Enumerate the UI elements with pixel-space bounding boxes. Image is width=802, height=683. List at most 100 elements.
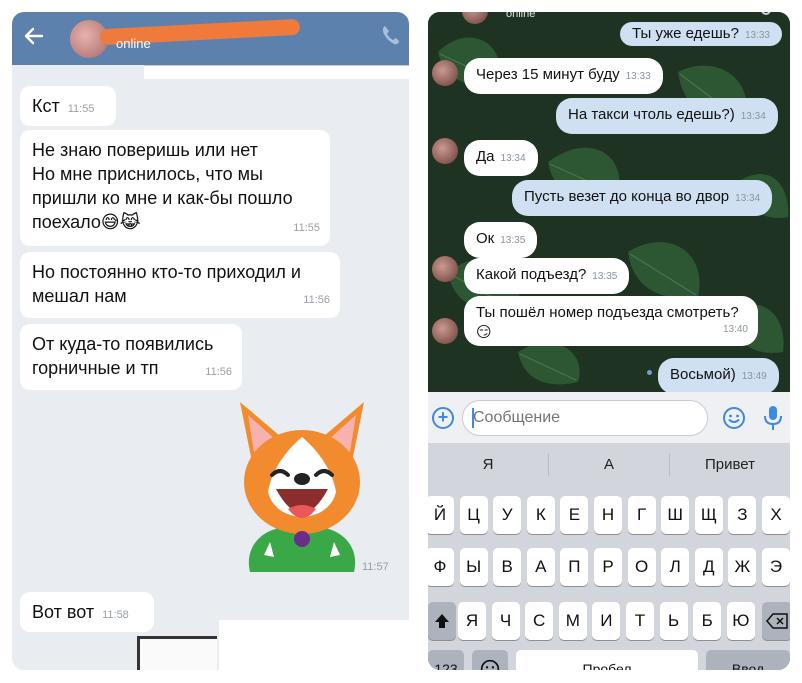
message-bubble-outgoing[interactable]: На такси чтоль едешь?) 13:34 <box>556 98 778 134</box>
emoji-icon[interactable] <box>722 406 746 430</box>
key[interactable]: Я <box>458 602 486 640</box>
message-time: 11:55 <box>67 103 95 115</box>
unread-dot <box>647 370 652 375</box>
key[interactable]: Х <box>762 496 790 534</box>
attach-plus-icon[interactable]: + <box>432 407 454 429</box>
backspace-key[interactable] <box>762 602 790 640</box>
message-bubble[interactable]: Но постоянно кто-то приходил и мешал нам… <box>20 252 340 318</box>
message-time: 13:49 <box>741 371 767 382</box>
message-text: Но постоянно кто-то приходил и мешал нам <box>32 262 301 306</box>
winking-emoji: 😏 <box>476 324 492 341</box>
message-bubble-outgoing[interactable]: Ты уже едешь? 13:33 <box>620 22 782 46</box>
avatar <box>432 60 458 86</box>
key[interactable]: Ч <box>491 602 520 640</box>
microphone-icon[interactable] <box>762 404 784 432</box>
key[interactable]: Щ <box>694 496 723 534</box>
key[interactable]: У <box>493 496 522 534</box>
message-time: 13:34 <box>735 193 761 204</box>
message-input[interactable] <box>462 400 708 436</box>
space-key[interactable]: Пробел <box>516 650 698 670</box>
phone-icon[interactable] <box>381 24 401 46</box>
message-time: 13:40 <box>722 324 748 335</box>
key[interactable]: Е <box>560 496 589 534</box>
pinned-strip <box>144 65 409 79</box>
key[interactable]: Т <box>626 602 654 640</box>
suggestion-1[interactable]: Я <box>428 444 548 486</box>
message-time: 11:55 <box>293 222 320 234</box>
message-text: Пусть везет до конца во двор <box>524 188 730 205</box>
message-time: 13:35 <box>592 271 618 282</box>
right-chat-screenshot: online Ты уже едешь? 13:33 Через 15 минут… <box>428 12 790 670</box>
key[interactable]: Р <box>594 548 622 586</box>
key[interactable]: Ш <box>661 496 690 534</box>
message-bubble[interactable]: От куда-то появились горничные и тп 11:5… <box>20 324 242 390</box>
message-bubble-incoming[interactable]: Какой подъезд? 13:35 <box>464 258 630 294</box>
message-bubble[interactable]: Вот вот 11:58 <box>20 592 154 632</box>
message-bubble[interactable]: Кст 11:55 <box>20 86 116 126</box>
key[interactable]: З <box>728 496 757 534</box>
message-bubble-incoming[interactable]: Да 13:34 <box>464 140 538 176</box>
key[interactable]: А <box>526 548 555 586</box>
key[interactable]: Й <box>428 496 454 534</box>
message-time: 11:56 <box>303 294 330 306</box>
phone-icon[interactable] <box>756 12 776 20</box>
key[interactable]: И <box>592 602 621 640</box>
message-bubble-outgoing[interactable]: Пусть везет до конца во двор 13:34 <box>512 180 773 216</box>
chat-header: online <box>12 12 409 65</box>
message-bubble-outgoing[interactable]: Восьмой) 13:49 <box>658 358 779 394</box>
left-chat-screenshot: online Кст 11:55 Не знаю поверишь или нет… <box>12 12 409 670</box>
message-text: Ты уже едешь? <box>632 25 739 42</box>
message-text: Через 15 минут буду <box>476 66 620 83</box>
onscreen-keyboard: Я А Привет ЙЦУКЕНГШЩЗХ ФЫВАПРОЛДЖЭ ЯЧСМИ… <box>428 444 790 670</box>
suggestion-3[interactable]: Привет <box>670 444 790 486</box>
avatar <box>432 256 458 282</box>
key[interactable]: Ы <box>459 548 488 586</box>
white-card <box>219 620 409 670</box>
message-time: 11:56 <box>205 366 232 378</box>
key[interactable]: Л <box>661 548 690 586</box>
key[interactable]: Д <box>694 548 723 586</box>
text-caret <box>472 408 474 428</box>
message-time: 11:58 <box>102 609 129 621</box>
key[interactable]: П <box>560 548 589 586</box>
message-bubble-incoming[interactable]: Ты пошёл номер подъезда смотреть? 😏 13:4… <box>464 296 758 346</box>
sticker-time: 11:57 <box>362 561 389 573</box>
key[interactable]: Г <box>627 496 656 534</box>
message-time: 13:34 <box>740 111 766 122</box>
key[interactable]: М <box>558 602 587 640</box>
key[interactable]: Э <box>762 548 790 586</box>
key[interactable]: С <box>525 602 554 640</box>
key[interactable]: Б <box>693 602 722 640</box>
message-text: Да <box>476 148 495 165</box>
message-text: На такси чтоль едешь?) <box>568 106 735 123</box>
message-text: Какой подъезд? <box>476 266 587 283</box>
enter-key[interactable]: Ввод <box>706 650 790 670</box>
emoji-keyboard-icon[interactable] <box>472 650 508 670</box>
message-time: 13:33 <box>625 71 651 82</box>
message-bubble[interactable]: Не знаю поверишь или нет Но мне приснило… <box>20 130 330 246</box>
message-text: От куда-то появились горничные и тп <box>32 334 214 378</box>
message-text: Вот вот <box>32 602 95 622</box>
back-arrow-icon[interactable] <box>22 24 46 48</box>
key[interactable]: Ю <box>726 602 755 640</box>
key[interactable]: Ф <box>428 548 454 586</box>
message-time: 13:34 <box>500 153 526 164</box>
message-time: 13:33 <box>744 30 770 41</box>
key[interactable]: Ж <box>728 548 757 586</box>
status-online: online <box>506 12 536 20</box>
avatar <box>432 318 458 344</box>
corgi-sticker[interactable] <box>232 397 372 572</box>
key[interactable]: Ь <box>659 602 688 640</box>
message-bubble-incoming[interactable]: Ок 13:35 <box>464 222 538 258</box>
key[interactable]: Ц <box>459 496 488 534</box>
shift-key[interactable] <box>428 602 456 640</box>
key[interactable]: Н <box>594 496 622 534</box>
suggestion-2[interactable]: А <box>549 444 669 486</box>
media-preview[interactable] <box>137 636 217 670</box>
key[interactable]: К <box>526 496 555 534</box>
message-text: Восьмой) <box>670 366 736 383</box>
key[interactable]: О <box>627 548 656 586</box>
message-bubble-incoming[interactable]: Через 15 минут буду 13:33 <box>464 58 663 94</box>
numbers-key[interactable]: 123 <box>428 650 464 670</box>
key[interactable]: В <box>493 548 522 586</box>
